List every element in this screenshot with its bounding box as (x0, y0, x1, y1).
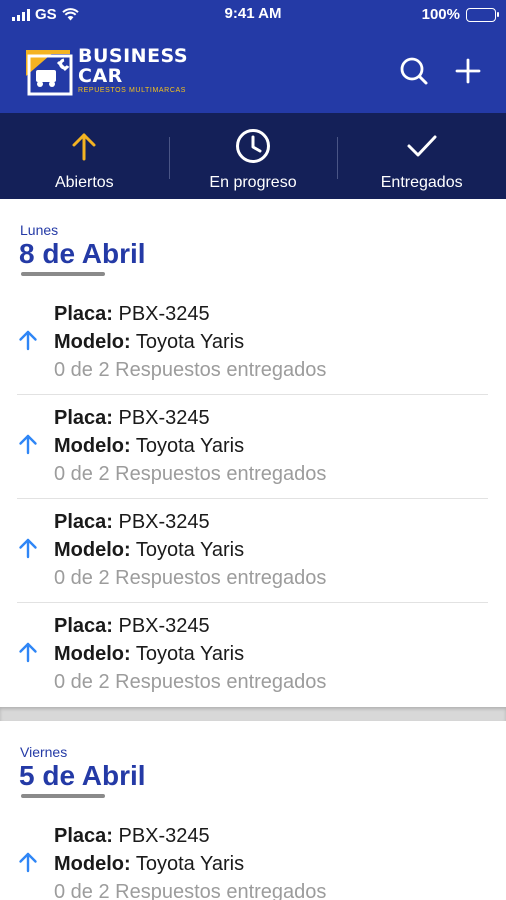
modelo-value: Toyota Yaris (135, 435, 245, 457)
logo-line-2: CAR (78, 65, 123, 87)
modelo-line: Modelo: Toyota Yaris (54, 536, 326, 564)
modelo-label: Modelo: (54, 853, 131, 875)
modelo-value: Toyota Yaris (135, 853, 245, 875)
placa-line: Placa: PBX-3245 (54, 612, 326, 640)
order-item[interactable]: Placa: PBX-3245 Modelo: Toyota Yaris 0 d… (17, 499, 488, 603)
tab-separator (168, 137, 170, 179)
modelo-value: Toyota Yaris (135, 539, 245, 561)
order-details: Placa: PBX-3245 Modelo: Toyota Yaris 0 d… (54, 300, 326, 384)
status-bar: GS 9:41 AM 100% (0, 0, 506, 28)
order-list: Placa: PBX-3245 Modelo: Toyota Yaris 0 d… (0, 813, 506, 900)
placa-label: Placa: (54, 407, 113, 429)
order-status: 0 de 2 Respuestos entregados (54, 463, 327, 485)
plus-icon (455, 58, 481, 84)
modelo-value: Toyota Yaris (135, 643, 245, 665)
placa-line: Placa: PBX-3245 (54, 822, 326, 850)
tab-separator (337, 137, 339, 179)
placa-value: PBX-3245 (118, 303, 210, 325)
order-status: 0 de 2 Respuestos entregados (54, 359, 327, 381)
order-status: 0 de 2 Respuestos entregados (54, 671, 327, 693)
placa-value: PBX-3245 (118, 511, 210, 533)
date-underline (21, 794, 105, 798)
date-section: Lunes 8 de Abril Placa: PBX-3245 Modelo:… (0, 199, 506, 707)
arrow-up-icon (19, 538, 37, 559)
placa-value: PBX-3245 (118, 825, 210, 847)
battery-percent: 100% (421, 6, 460, 23)
order-details: Placa: PBX-3245 Modelo: Toyota Yaris 0 d… (54, 612, 326, 696)
modelo-line: Modelo: Toyota Yaris (54, 432, 326, 460)
logo-line-1: BUSINESS (78, 45, 189, 67)
order-list: Placa: PBX-3245 Modelo: Toyota Yaris 0 d… (0, 291, 506, 707)
placa-line: Placa: PBX-3245 (54, 300, 326, 328)
placa-value: PBX-3245 (118, 407, 210, 429)
date-underline (21, 272, 105, 276)
orders-content[interactable]: Lunes 8 de Abril Placa: PBX-3245 Modelo:… (0, 199, 506, 900)
business-car-logo: BUSINESS CAR REPUESTOS MULTIMARCAS (26, 46, 188, 96)
arrow-up-icon (72, 133, 96, 161)
order-details: Placa: PBX-3245 Modelo: Toyota Yaris 0 d… (54, 508, 326, 592)
order-item[interactable]: Placa: PBX-3245 Modelo: Toyota Yaris 0 d… (17, 291, 488, 395)
order-status: 0 de 2 Respuestos entregados (54, 881, 327, 900)
search-button[interactable] (397, 54, 431, 88)
modelo-value: Toyota Yaris (135, 331, 245, 353)
day-label: Viernes (20, 744, 68, 760)
order-status: 0 de 2 Respuestos entregados (54, 567, 327, 589)
arrow-up-icon (19, 434, 37, 455)
placa-line: Placa: PBX-3245 (54, 508, 326, 536)
logo-text: BUSINESS CAR REPUESTOS MULTIMARCAS (78, 46, 188, 94)
check-icon (407, 135, 437, 157)
date-title: 8 de Abril (19, 238, 146, 269)
section-divider (0, 707, 506, 721)
status-tab-bar: Abiertos En progreso Entregados (0, 113, 506, 199)
tab-label-abiertos: Abiertos (54, 174, 114, 191)
order-details: Placa: PBX-3245 Modelo: Toyota Yaris 0 d… (54, 822, 326, 900)
date-section: Viernes 5 de Abril Placa: PBX-3245 Model… (0, 721, 506, 900)
arrow-up-icon (19, 642, 37, 663)
tab-label-en-progreso: En progreso (209, 174, 297, 191)
date-title: 5 de Abril (19, 760, 146, 791)
arrow-up-icon (19, 330, 37, 351)
modelo-line: Modelo: Toyota Yaris (54, 850, 326, 878)
placa-label: Placa: (54, 303, 113, 325)
modelo-label: Modelo: (54, 643, 131, 665)
placa-line: Placa: PBX-3245 (54, 404, 326, 432)
day-label: Lunes (20, 222, 59, 238)
app-header: BUSINESS CAR REPUESTOS MULTIMARCAS (0, 28, 506, 113)
modelo-label: Modelo: (54, 331, 131, 353)
modelo-label: Modelo: (54, 435, 131, 457)
order-item[interactable]: Placa: PBX-3245 Modelo: Toyota Yaris 0 d… (17, 395, 488, 499)
modelo-line: Modelo: Toyota Yaris (54, 640, 326, 668)
tab-abiertos[interactable]: Abiertos (0, 113, 169, 199)
order-details: Placa: PBX-3245 Modelo: Toyota Yaris 0 d… (54, 404, 326, 488)
arrow-up-icon (19, 852, 37, 873)
order-item[interactable]: Placa: PBX-3245 Modelo: Toyota Yaris 0 d… (17, 813, 488, 900)
placa-label: Placa: (54, 615, 113, 637)
tab-label-entregados: Entregados (380, 174, 463, 191)
placa-label: Placa: (54, 511, 113, 533)
placa-value: PBX-3245 (118, 615, 210, 637)
placa-label: Placa: (54, 825, 113, 847)
clock-icon (236, 129, 270, 163)
order-item[interactable]: Placa: PBX-3245 Modelo: Toyota Yaris 0 d… (17, 603, 488, 707)
search-icon (400, 57, 428, 85)
status-right: 100% (421, 6, 499, 23)
logo-subtitle: REPUESTOS MULTIMARCAS (78, 87, 187, 94)
tab-entregados[interactable]: Entregados (337, 113, 506, 199)
add-button[interactable] (451, 54, 485, 88)
logo-mark-icon (26, 46, 74, 96)
tab-en-progreso[interactable]: En progreso (168, 113, 338, 199)
modelo-line: Modelo: Toyota Yaris (54, 328, 326, 356)
modelo-label: Modelo: (54, 539, 131, 561)
battery-icon (466, 7, 499, 22)
